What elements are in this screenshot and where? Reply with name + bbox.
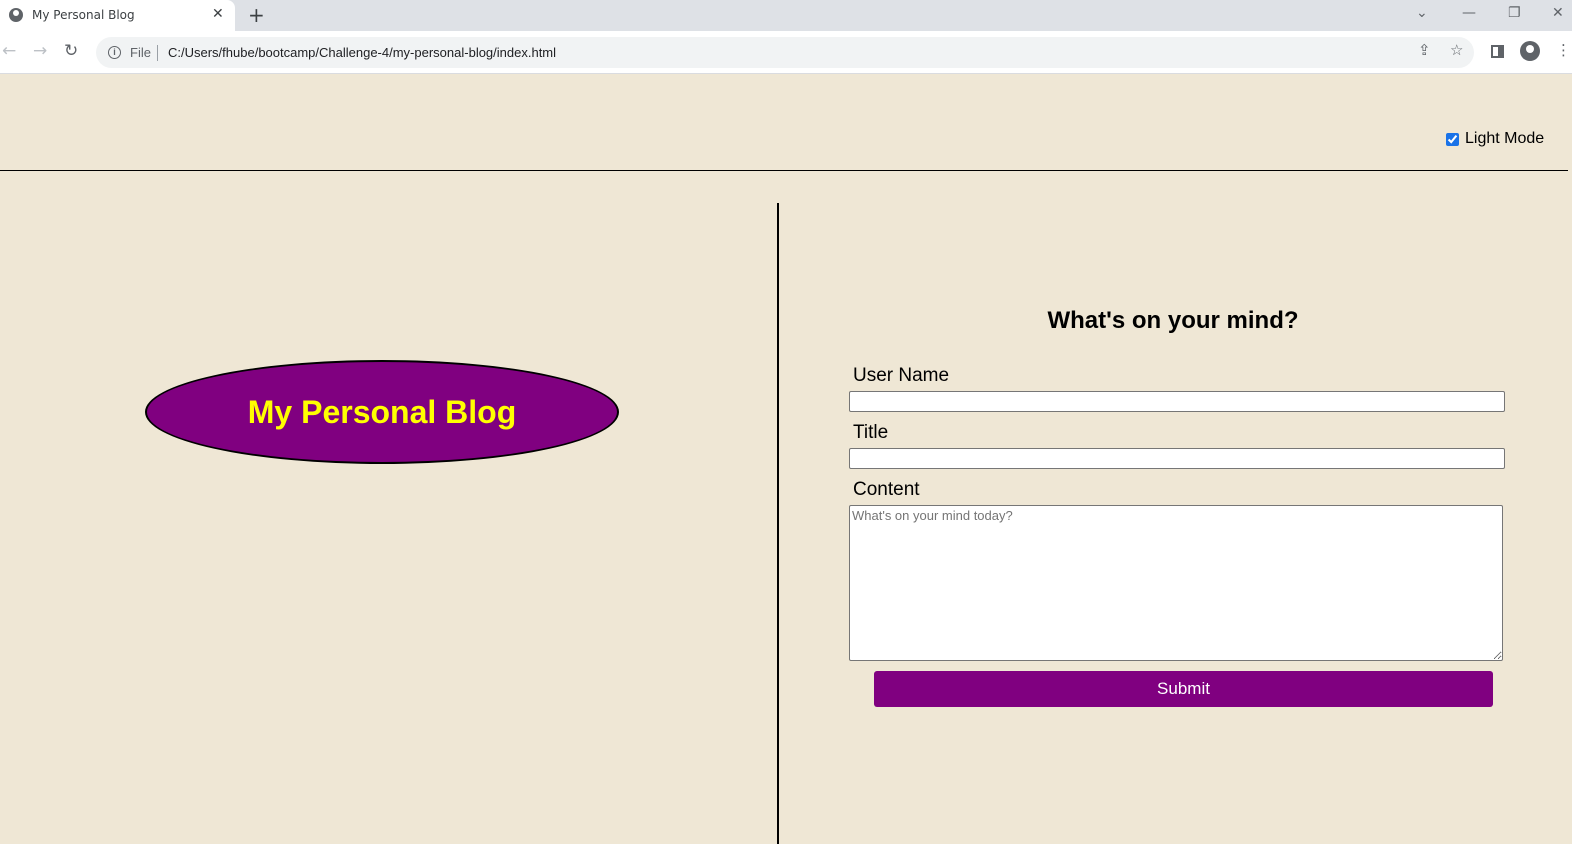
info-icon[interactable]: i	[108, 46, 121, 59]
username-label: User Name	[853, 365, 950, 386]
scheme-label: File	[130, 45, 151, 60]
forward-button[interactable]: →	[33, 41, 47, 61]
username-input[interactable]	[849, 391, 1505, 412]
content-label: Content	[853, 479, 920, 500]
light-mode-label: Light Mode	[1465, 130, 1545, 147]
share-icon[interactable]: ⇪	[1418, 41, 1431, 59]
title-label: Title	[853, 422, 889, 443]
blog-title: My Personal Blog	[247, 393, 517, 430]
content-textarea[interactable]	[849, 505, 1503, 661]
light-mode-checkbox[interactable]	[1446, 132, 1459, 146]
minimize-button[interactable]: —	[1462, 5, 1476, 21]
blog-title-oval: My Personal Blog	[145, 360, 619, 464]
light-mode-toggle[interactable]: Light Mode	[1446, 130, 1544, 148]
page: Light Mode My Personal Blog What's on yo…	[0, 75, 1572, 844]
close-window-button[interactable]: ✕	[1552, 5, 1564, 21]
submit-button[interactable]: Submit	[874, 671, 1493, 707]
url-text[interactable]: C:/Users/fhube/bootcamp/Challenge-4/my-p…	[168, 45, 556, 60]
tab-title: My Personal Blog	[32, 8, 135, 22]
globe-icon	[9, 8, 23, 22]
profile-avatar[interactable]	[1520, 41, 1540, 61]
address-bar[interactable]: i File C:/Users/fhube/bootcamp/Challenge…	[96, 37, 1474, 68]
tab-close-icon[interactable]: ✕	[212, 6, 224, 22]
title-input[interactable]	[849, 448, 1505, 469]
side-panel-icon[interactable]	[1491, 45, 1504, 58]
page-header: Light Mode	[0, 75, 1568, 171]
browser-menu-icon[interactable]: ⋮	[1556, 41, 1571, 59]
omnibox-separator	[157, 45, 158, 61]
reload-button[interactable]: ↻	[64, 41, 78, 61]
column-divider	[777, 203, 779, 844]
browser-tab[interactable]: My Personal Blog ✕	[0, 0, 235, 31]
form-heading: What's on your mind?	[1047, 307, 1299, 334]
new-tab-button[interactable]: +	[248, 3, 265, 27]
browser-tabstrip: My Personal Blog ✕ + ⌄ — ❐ ✕	[0, 0, 1572, 31]
restore-button[interactable]: ❐	[1508, 5, 1521, 21]
tab-search-icon[interactable]: ⌄	[1416, 5, 1428, 21]
bookmark-star-icon[interactable]: ☆	[1450, 41, 1463, 59]
browser-toolbar: ← → ↻ i File C:/Users/fhube/bootcamp/Cha…	[0, 31, 1572, 74]
back-button[interactable]: ←	[2, 41, 16, 61]
